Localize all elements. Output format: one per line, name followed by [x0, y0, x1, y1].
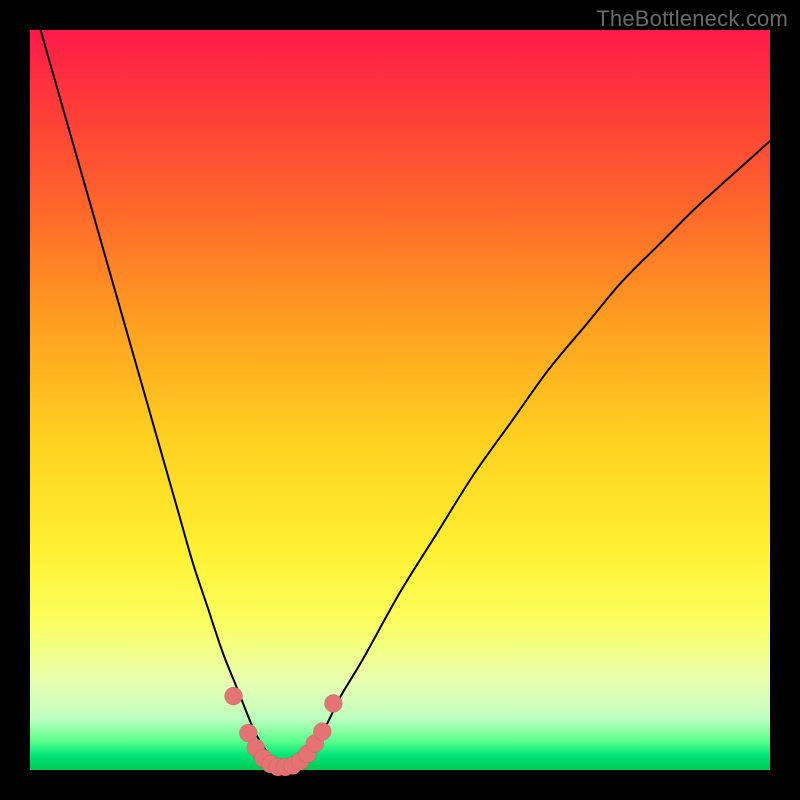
- marker-dot: [313, 723, 331, 741]
- marker-dot: [225, 687, 243, 705]
- chart-svg: [30, 30, 770, 770]
- chart-canvas: TheBottleneck.com: [0, 0, 800, 800]
- marker-dot: [324, 694, 342, 712]
- plot-area: [30, 30, 770, 770]
- bottleneck-curve: [30, 0, 770, 767]
- watermark-text: TheBottleneck.com: [596, 6, 788, 32]
